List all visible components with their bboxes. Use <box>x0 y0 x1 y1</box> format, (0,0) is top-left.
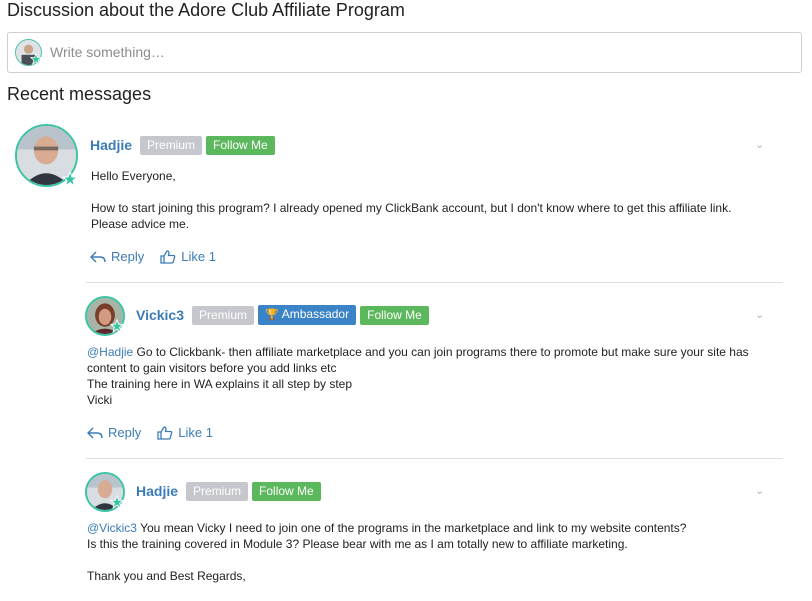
thumbs-up-icon <box>157 425 173 440</box>
reply-button[interactable]: Reply <box>87 425 141 440</box>
chevron-down-icon[interactable]: ⌄ <box>755 308 764 321</box>
message-line: @Hadjie Go to Clickbank- then affiliate … <box>87 345 749 375</box>
mention-link[interactable]: @Hadjie <box>87 345 133 359</box>
reply-label: Reply <box>111 249 145 264</box>
message-paragraph: How to start joining this program? I alr… <box>91 201 732 231</box>
premium-badge: Premium <box>140 135 203 155</box>
follow-button[interactable]: Follow Me <box>360 305 429 325</box>
reply-icon <box>87 427 103 438</box>
like-label: Like 1 <box>178 425 213 440</box>
message-line: Is this the training covered in Module 3… <box>87 537 628 551</box>
message-line: Vicki <box>87 393 113 407</box>
premium-badge: Premium <box>192 305 255 325</box>
star-badge-icon <box>30 53 42 65</box>
composer-input[interactable]: Write something… <box>7 32 802 73</box>
like-button[interactable]: Like 1 <box>160 249 216 264</box>
premium-badge: Premium <box>186 481 249 501</box>
chevron-down-icon[interactable]: ⌄ <box>755 484 764 497</box>
follow-button[interactable]: Follow Me <box>252 481 321 501</box>
divider <box>86 282 783 283</box>
page-title: Discussion about the Adore Club Affiliat… <box>7 0 405 20</box>
reply-label: Reply <box>108 425 142 440</box>
message-line: @Vickic3 You mean Vicky I need to join o… <box>87 521 687 535</box>
message-line: Thank you and Best Regards, <box>87 569 246 583</box>
ambassador-label: Ambassador <box>281 307 350 321</box>
message-line: The training here in WA explains it all … <box>87 377 353 391</box>
author-name[interactable]: Hadjie <box>90 137 132 153</box>
mention-link[interactable]: @Vickic3 <box>87 521 137 535</box>
star-badge-icon <box>110 495 124 509</box>
reply-icon <box>90 251 106 262</box>
composer-placeholder: Write something… <box>50 44 165 60</box>
like-button[interactable]: Like 1 <box>157 425 213 440</box>
star-badge-icon <box>110 319 124 333</box>
author-name[interactable]: Vickic3 <box>136 307 184 323</box>
divider <box>86 458 783 459</box>
reply-button[interactable]: Reply <box>90 249 144 264</box>
section-title: Recent messages <box>7 84 152 104</box>
follow-button[interactable]: Follow Me <box>206 135 275 155</box>
message-body: @Vickic3 You mean Vicky I need to join o… <box>87 520 757 584</box>
like-label: Like 1 <box>181 249 216 264</box>
ambassador-badge: 🏆 Ambassador <box>258 305 357 325</box>
message-body: @Hadjie Go to Clickbank- then affiliate … <box>87 344 757 408</box>
star-badge-icon <box>62 171 78 187</box>
chevron-down-icon[interactable]: ⌄ <box>755 138 764 151</box>
trophy-icon: 🏆 <box>265 309 279 321</box>
thumbs-up-icon <box>160 249 176 264</box>
message-body: Hello Everyone, How to start joining thi… <box>91 168 751 232</box>
message-paragraph: Hello Everyone, <box>91 169 176 183</box>
author-name[interactable]: Hadjie <box>136 483 178 499</box>
